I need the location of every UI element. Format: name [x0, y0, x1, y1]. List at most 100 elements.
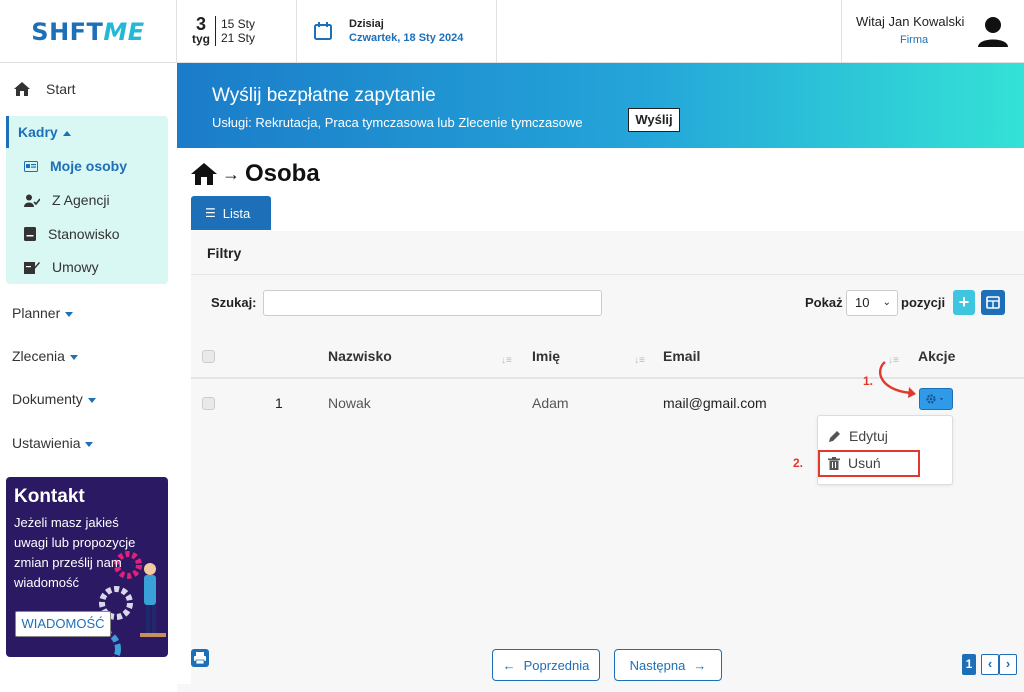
sidebar-item-label: Z Agencji: [52, 192, 110, 208]
promo-banner: Wyślij bezpłatne zapytanie Usługi: Rekru…: [177, 63, 1024, 148]
step-two-label: 2.: [793, 456, 804, 470]
page-prev-arrow[interactable]: ‹: [981, 654, 999, 675]
sort-icon[interactable]: ↓≡: [634, 355, 645, 366]
page-size-value: 10: [855, 295, 870, 310]
list-panel: Filtry Szukaj: Pokaż 10 ⌄ pozycji + Nazw…: [191, 231, 1024, 684]
arrow-right-icon: →: [222, 163, 240, 184]
row-number: 1: [275, 395, 283, 411]
page-title: Osoba: [245, 160, 320, 187]
banner-title: Wyślij bezpłatne zapytanie: [212, 85, 436, 106]
menu-item-edit[interactable]: Edytuj: [828, 428, 888, 444]
signature-icon: [24, 262, 40, 274]
next-page-button[interactable]: Następna →: [614, 649, 722, 681]
caret-down-icon: [69, 354, 78, 360]
pencil-icon: [829, 430, 840, 442]
chevron-left-icon: ‹: [987, 656, 993, 671]
breadcrumb: → Osoba: [191, 160, 320, 188]
week-number: 3 tyg: [192, 14, 210, 46]
sidebar-item-label: Start: [46, 81, 76, 97]
message-button[interactable]: WIADOMOŚĆ: [15, 611, 111, 637]
page-size-select[interactable]: 10 ⌄: [846, 290, 898, 316]
row-actions-button[interactable]: [919, 388, 953, 410]
filters-title[interactable]: Filtry: [207, 245, 241, 261]
list-icon: ☰: [205, 206, 216, 220]
sidebar-item-ustawienia[interactable]: Ustawienia: [12, 435, 94, 451]
show-label: Pokaż: [805, 295, 843, 310]
contact-card: Kontakt Jeżeli masz jakieś uwagi lub pro…: [6, 477, 168, 657]
next-label: Następna: [629, 657, 686, 673]
current-page[interactable]: 1: [962, 654, 976, 675]
calendar-icon: [314, 22, 332, 40]
sidebar-item-label: Kadry: [18, 124, 58, 140]
sidebar: Start Kadry Moje osoby Z Agencji Stanowi…: [0, 63, 177, 692]
sidebar-item-label: Stanowisko: [48, 226, 120, 242]
caret-up-icon: [62, 130, 71, 136]
row-surname: Nowak: [328, 395, 371, 411]
week-to: 21 Sty: [221, 31, 256, 45]
sidebar-item-label: Zlecenia: [12, 348, 65, 364]
highlight-box: [818, 450, 920, 477]
document-icon: [24, 227, 36, 241]
sidebar-item-dokumenty[interactable]: Dokumenty: [12, 391, 96, 407]
search-input[interactable]: [263, 290, 602, 316]
user-check-icon: [24, 194, 40, 207]
column-header-nazwisko[interactable]: Nazwisko: [328, 348, 392, 364]
tab-lista[interactable]: ☰ Lista: [191, 196, 271, 230]
print-icon: [194, 652, 206, 665]
chevron-down-icon: ⌄: [882, 297, 891, 308]
today-title: Dzisiaj: [349, 18, 384, 30]
logo[interactable]: SHFTME: [0, 0, 177, 63]
chevron-right-icon: ›: [1005, 656, 1011, 671]
add-button[interactable]: +: [953, 290, 975, 315]
previous-label: Poprzednia: [523, 657, 590, 673]
caret-down-icon: [65, 311, 74, 317]
week-indicator: 3 tyg 15 Sty 21 Sty: [190, 10, 286, 52]
main-content: Wyślij bezpłatne zapytanie Usługi: Rekru…: [177, 63, 1024, 692]
banner-subtitle: Usługi: Rekrutacja, Praca tymczasowa lub…: [212, 115, 583, 130]
page-next-arrow[interactable]: ›: [999, 654, 1017, 675]
column-header-email[interactable]: Email: [663, 348, 700, 364]
sidebar-item-kadry[interactable]: Kadry: [6, 116, 168, 148]
row-email: mail@gmail.com: [663, 395, 767, 411]
plus-icon: +: [958, 292, 970, 312]
logo-text: SHFT: [31, 17, 104, 46]
home-icon[interactable]: [191, 163, 217, 185]
print-button[interactable]: [191, 649, 209, 667]
sidebar-item-label: Planner: [12, 305, 61, 321]
top-bar: SHFTME 3 tyg 15 Sty 21 Sty Dzisiaj Czwarte…: [0, 0, 1024, 63]
sidebar-item-moje-osoby[interactable]: Moje osoby: [24, 158, 127, 174]
step-one-label: 1.: [863, 374, 874, 388]
row-checkbox[interactable]: [202, 397, 215, 410]
sidebar-item-label: Moje osoby: [50, 158, 128, 174]
arrow-annotation-icon: [878, 361, 916, 398]
user-greeting: Witaj Jan Kowalski: [856, 14, 965, 29]
caret-down-icon: [87, 397, 96, 403]
user-menu[interactable]: Witaj Jan Kowalski Firma: [841, 0, 1024, 63]
avatar-icon[interactable]: [975, 13, 1011, 49]
sidebar-item-umowy[interactable]: Umowy: [24, 259, 99, 275]
columns-button[interactable]: [981, 290, 1005, 315]
positions-label: pozycji: [901, 295, 946, 310]
user-company: Firma: [900, 34, 929, 46]
sidebar-item-start[interactable]: Start: [14, 81, 76, 97]
sidebar-item-planner[interactable]: Planner: [12, 305, 74, 321]
sidebar-item-zlecenia[interactable]: Zlecenia: [12, 348, 78, 364]
sidebar-item-z-agencji[interactable]: Z Agencji: [24, 192, 110, 208]
menu-item-label: Edytuj: [849, 428, 888, 444]
column-header-imie[interactable]: Imię: [532, 348, 560, 364]
previous-page-button[interactable]: ← Poprzednia: [492, 649, 600, 681]
sort-icon[interactable]: ↓≡: [501, 355, 512, 366]
today-indicator: Dzisiaj Czwartek, 18 Sty 2024: [313, 18, 463, 44]
select-all-checkbox[interactable]: [202, 350, 215, 363]
logo-text-accent: ME: [103, 17, 145, 46]
week-from: 15 Sty: [221, 17, 256, 31]
send-inquiry-button[interactable]: Wyślij: [628, 108, 680, 132]
row-name: Adam: [532, 395, 569, 411]
gear-icon: [926, 394, 943, 404]
week-label: tyg: [192, 32, 210, 46]
table-icon: [986, 296, 1000, 309]
id-card-icon: [24, 160, 38, 172]
sidebar-item-stanowisko[interactable]: Stanowisko: [24, 226, 120, 242]
arrow-left-icon: ←: [502, 657, 516, 673]
today-date: Czwartek, 18 Sty 2024: [349, 32, 464, 44]
